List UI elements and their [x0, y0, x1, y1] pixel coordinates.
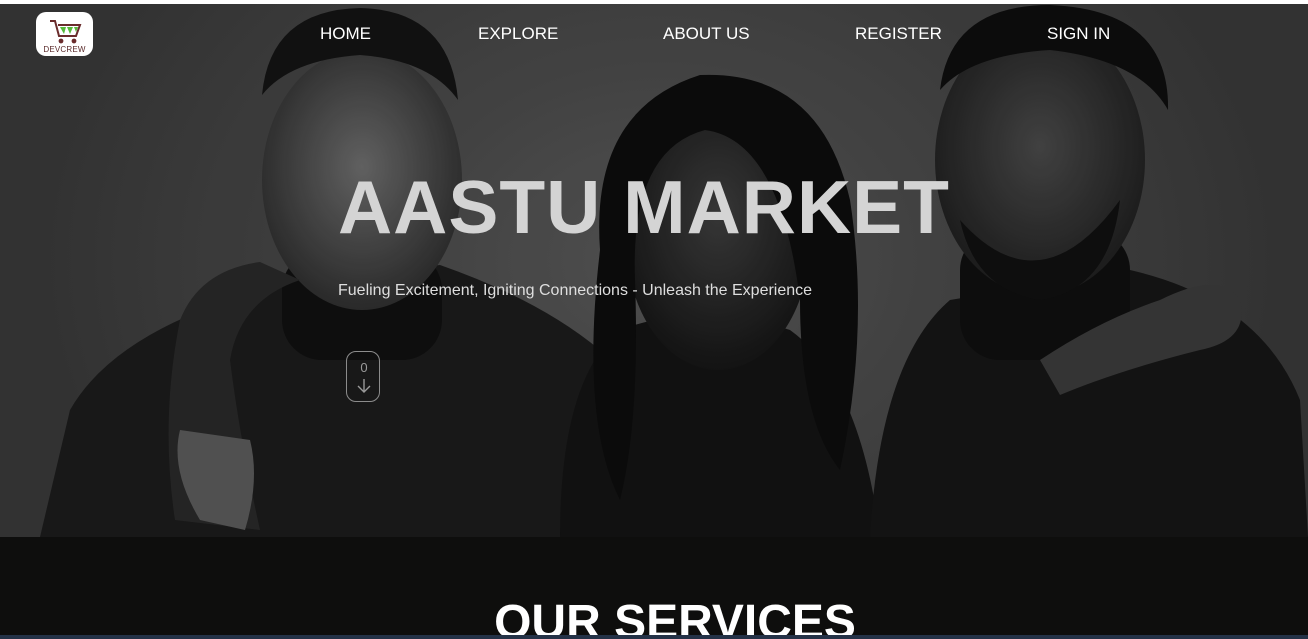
top-border	[0, 0, 1308, 4]
main-navigation: HOME EXPLORE ABOUT US REGISTER SIGN IN	[0, 24, 1308, 48]
hero-subtitle: Fueling Excitement, Igniting Connections…	[338, 282, 813, 299]
services-title: OUR SERVICES	[494, 596, 856, 639]
page: AASTU MARKET Fueling Excitement, Ignitin…	[0, 0, 1308, 639]
nav-register-link[interactable]: REGISTER	[855, 24, 942, 44]
nav-home-link[interactable]: HOME	[320, 24, 371, 44]
hero-section: AASTU MARKET Fueling Excitement, Ignitin…	[0, 0, 1308, 537]
nav-about-us-link[interactable]: ABOUT US	[663, 24, 750, 44]
hero-title: AASTU MARKET	[338, 165, 950, 249]
services-section: OUR SERVICES	[0, 537, 1308, 639]
nav-explore-link[interactable]: EXPLORE	[478, 24, 558, 44]
svg-text:0: 0	[360, 360, 367, 375]
mouse-scroll-down-icon[interactable]: 0	[346, 351, 380, 402]
nav-sign-in-link[interactable]: SIGN IN	[1047, 24, 1110, 44]
bottom-border	[0, 635, 1308, 639]
